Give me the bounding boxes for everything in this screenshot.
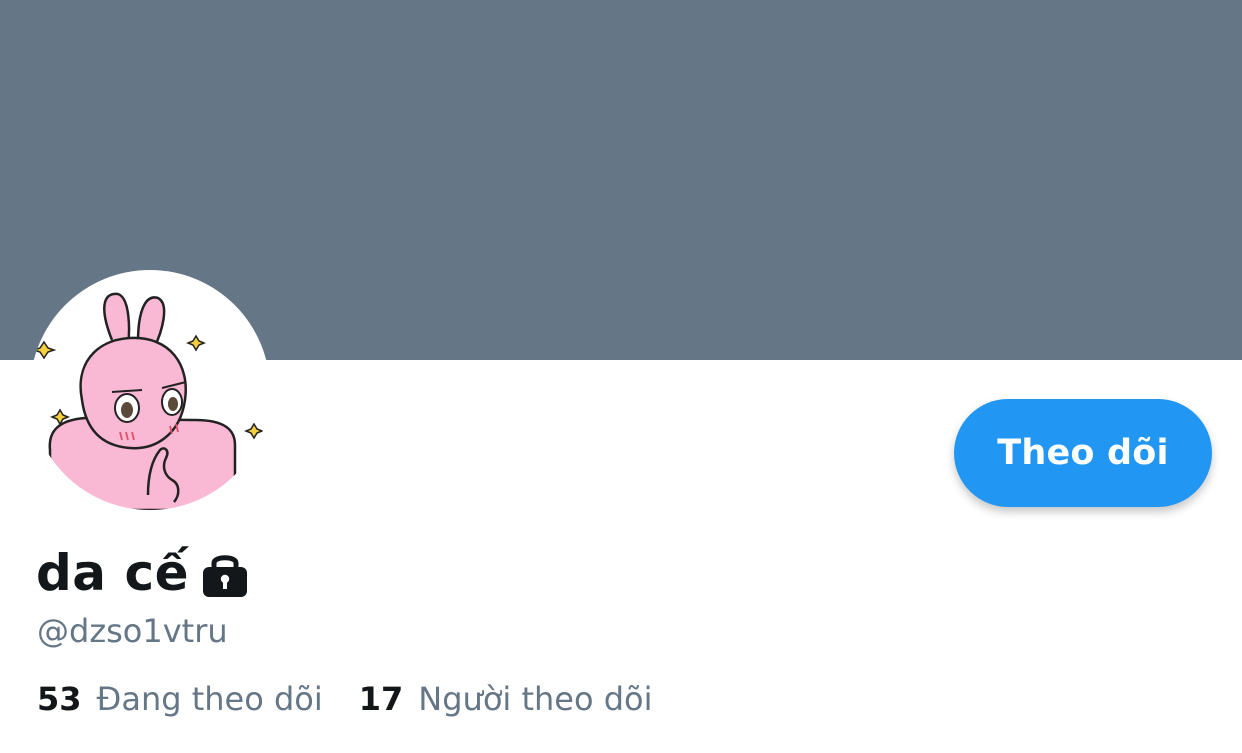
followers-stat[interactable]: 17 Người theo dõi: [359, 680, 653, 718]
pink-rabbit-avatar-icon: [31, 292, 265, 510]
profile-stats: 53 Đang theo dõi 17 Người theo dõi: [37, 680, 653, 718]
followers-count: 17: [358, 680, 404, 718]
following-label: Đang theo dõi: [96, 680, 323, 718]
followers-label: Người theo dõi: [418, 680, 653, 718]
profile-name-row: da cế: [36, 540, 249, 606]
profile-avatar[interactable]: [30, 270, 270, 510]
lock-icon: [201, 551, 249, 601]
follow-button[interactable]: Theo dõi: [954, 399, 1212, 507]
following-count: 53: [37, 680, 82, 718]
profile-handle: @dzso1vtru: [37, 612, 228, 650]
profile-page: Theo dõi da cế @dzso1vtru 53 Đang theo d…: [0, 0, 1242, 753]
display-name: da cế: [36, 544, 189, 602]
following-stat[interactable]: 53 Đang theo dõi: [37, 680, 323, 718]
follow-button-label: Theo dõi: [997, 433, 1169, 473]
